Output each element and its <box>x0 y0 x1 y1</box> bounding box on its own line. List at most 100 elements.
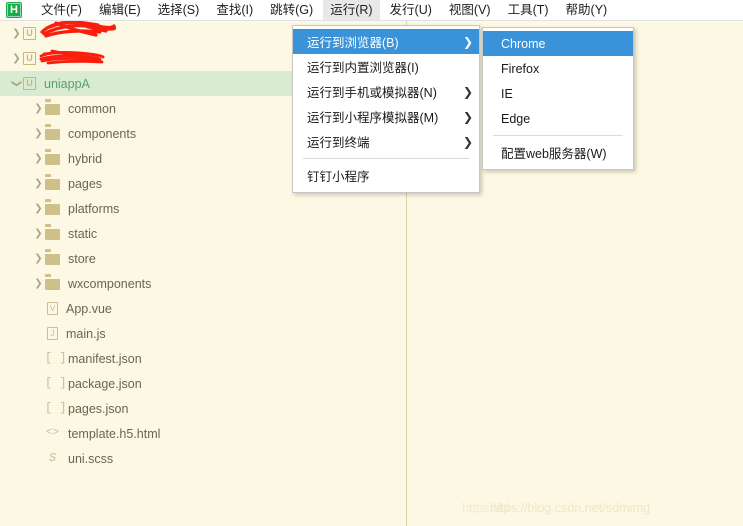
chevron-right-icon[interactable]: ❯ <box>32 246 45 271</box>
menu-item-label: 运行到手机或模拟器(N) <box>307 86 437 100</box>
file-tree-row[interactable]: ❯ platforms <box>0 196 406 221</box>
menu-item-label: 运行到终端 <box>307 136 370 150</box>
file-tree-row-label: wxcomponents <box>68 276 152 291</box>
chevron-right-icon[interactable]: ❯ <box>32 121 45 146</box>
menu-bar-items: 文件(F) 编辑(E) 选择(S) 查找(I) 跳转(G) 运行(R) 发行(U) 视图(V)… <box>34 0 617 20</box>
redacted-project-name <box>39 49 106 66</box>
folder-icon <box>45 177 60 190</box>
chevron-right-icon[interactable]: ❯ <box>32 271 45 296</box>
menu-item[interactable]: Edge <box>483 106 633 131</box>
menu-item[interactable]: Chrome <box>483 31 633 56</box>
chevron-right-icon[interactable]: ❯ <box>32 96 45 121</box>
json-file-icon: [ ] <box>45 351 67 365</box>
menu-item[interactable]: 运行到内置浏览器(I) <box>293 54 479 79</box>
js-file-icon: J <box>47 327 58 340</box>
menu-separator <box>303 158 469 159</box>
file-tree-row[interactable]: [ ] manifest.json <box>0 346 406 371</box>
folder-icon <box>45 102 60 115</box>
menu-item-label: 配置web服务器(W) <box>501 147 607 161</box>
chevron-right-icon[interactable]: ❯ <box>10 46 23 71</box>
menu-item-label: Chrome <box>501 36 546 51</box>
menu-item[interactable]: Firefox <box>483 56 633 81</box>
menu-item[interactable]: IE <box>483 81 633 106</box>
menu-item[interactable]: 运行到小程序模拟器(M) ❯ <box>293 104 479 129</box>
project-icon: U <box>23 27 36 40</box>
menu-bar-item-5[interactable]: 运行(R) <box>323 0 380 20</box>
menu-bar-item-9[interactable]: 帮助(Y) <box>559 0 615 20</box>
project-icon: U <box>23 52 36 65</box>
file-tree-row-label: static <box>68 226 98 241</box>
scss-file-icon: S <box>48 451 57 465</box>
json-file-icon: [ ] <box>45 376 67 390</box>
menu-item-label: Edge <box>501 111 531 126</box>
chevron-right-icon: ❯ <box>462 134 473 149</box>
file-tree-row-label: pages.json <box>68 401 129 416</box>
file-tree-row-label: main.js <box>66 326 106 341</box>
file-tree-row[interactable]: Jmain.js <box>0 321 406 346</box>
menu-separator <box>493 135 623 136</box>
run-menu-dropdown[interactable]: 运行到浏览器(B) ❯ 运行到内置浏览器(I) 运行到手机或模拟器(N) ❯ 运行到小程序… <box>292 25 480 193</box>
file-tree-row-label: template.h5.html <box>68 426 161 441</box>
html-file-icon: <> <box>45 427 60 439</box>
menu-item[interactable]: 运行到手机或模拟器(N) ❯ <box>293 79 479 104</box>
menu-bar-item-8[interactable]: 工具(T) <box>501 0 556 20</box>
menu-item-label: 运行到内置浏览器(I) <box>307 61 419 75</box>
file-tree-row[interactable]: V App.vue <box>0 296 406 321</box>
file-tree-row[interactable]: ❯ static <box>0 221 406 246</box>
menu-bar-item-1[interactable]: 编辑(E) <box>92 0 148 20</box>
file-tree-row[interactable]: Suni.scss <box>0 446 406 471</box>
chevron-right-icon: ❯ <box>462 34 473 49</box>
file-tree-row-label: hybrid <box>68 151 103 166</box>
file-tree-row[interactable]: [ ] package.json <box>0 371 406 396</box>
redacted-project-name <box>40 21 116 41</box>
menu-bar-item-0[interactable]: 文件(F) <box>34 0 89 20</box>
chevron-right-icon[interactable]: ❯ <box>32 221 45 246</box>
file-tree-row-label: store <box>68 251 96 266</box>
file-tree-row-label: pages <box>68 176 103 191</box>
menu-item-label: 运行到浏览器(B) <box>307 36 399 50</box>
vue-file-icon: V <box>47 302 58 315</box>
menu-item-label: 钉钉小程序 <box>307 170 370 184</box>
app-logo-icon: H <box>6 2 22 18</box>
menu-bar: H 文件(F) 编辑(E) 选择(S) 查找(I) 跳转(G) 运行(R) 发行(U) 视图(… <box>0 0 743 21</box>
menu-bar-item-4[interactable]: 跳转(G) <box>263 0 320 20</box>
menu-bar-item-6[interactable]: 发行(U) <box>383 0 439 20</box>
chevron-down-icon[interactable]: ❯ <box>10 77 23 90</box>
file-tree-row[interactable]: ❯ store <box>0 246 406 271</box>
file-tree-row-label: uni.scss <box>68 451 114 466</box>
menu-bar-item-2[interactable]: 选择(S) <box>151 0 207 20</box>
folder-icon <box>45 202 60 215</box>
chevron-right-icon[interactable]: ❯ <box>32 171 45 196</box>
chevron-right-icon[interactable]: ❯ <box>10 21 23 46</box>
file-tree-row-label: manifest.json <box>68 351 142 366</box>
menu-item-label: IE <box>501 86 513 101</box>
project-icon: U <box>23 77 36 90</box>
menu-item[interactable]: 配置web服务器(W) <box>483 140 633 165</box>
file-tree-row-label: uniappA <box>44 76 90 91</box>
folder-icon <box>45 252 60 265</box>
chevron-right-icon: ❯ <box>462 109 473 124</box>
json-file-icon: [ ] <box>45 401 67 415</box>
folder-icon <box>45 277 60 290</box>
chevron-right-icon[interactable]: ❯ <box>32 146 45 171</box>
menu-item[interactable]: 运行到浏览器(B) ❯ <box>293 29 479 54</box>
menu-item-label: 运行到小程序模拟器(M) <box>307 111 439 125</box>
chevron-right-icon: ❯ <box>462 84 473 99</box>
file-tree-row[interactable]: [ ] pages.json <box>0 396 406 421</box>
folder-icon <box>45 227 60 240</box>
file-tree-row[interactable]: <> template.h5.html <box>0 421 406 446</box>
file-tree-row-label: package.json <box>68 376 142 391</box>
menu-item[interactable]: 钉钉小程序 <box>293 163 479 188</box>
file-tree-row[interactable]: ❯ wxcomponents <box>0 271 406 296</box>
folder-icon <box>45 152 60 165</box>
folder-icon <box>45 127 60 140</box>
file-tree-row-label: components <box>68 126 137 141</box>
menu-item[interactable]: 运行到终端 ❯ <box>293 129 479 154</box>
file-tree-row-label: common <box>68 101 116 116</box>
menu-bar-item-7[interactable]: 视图(V) <box>442 0 498 20</box>
chevron-right-icon[interactable]: ❯ <box>32 196 45 221</box>
menu-item-label: Firefox <box>501 61 540 76</box>
file-tree-row-label: App.vue <box>66 301 112 316</box>
run-in-browser-submenu[interactable]: Chrome Firefox IE Edge 配置web服务器(W) <box>482 27 634 170</box>
menu-bar-item-3[interactable]: 查找(I) <box>209 0 260 20</box>
